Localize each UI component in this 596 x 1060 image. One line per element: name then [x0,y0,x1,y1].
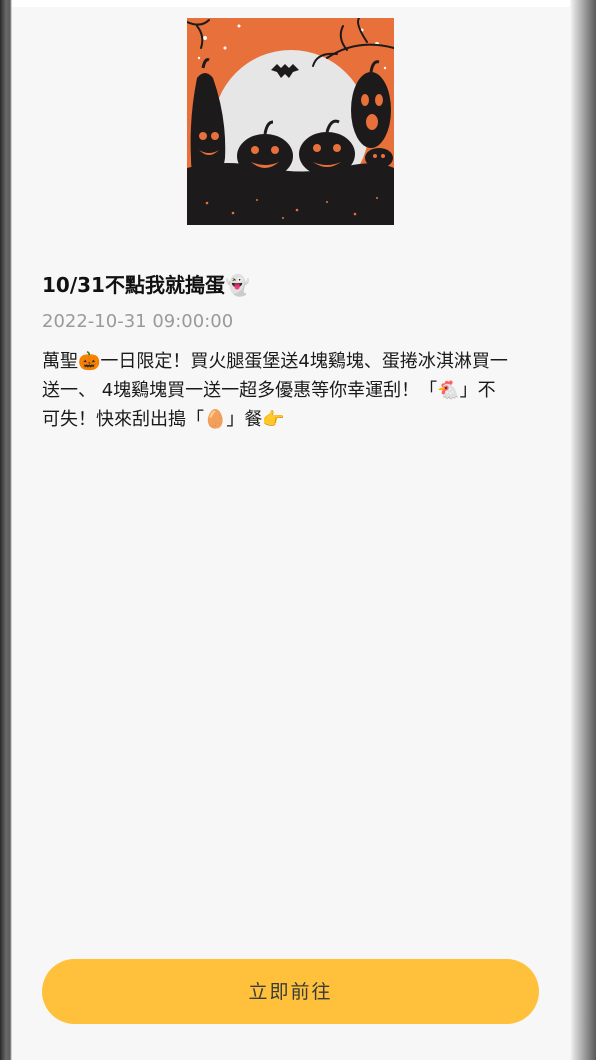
article-body-line: 送一、 4塊鷄塊買一送一超多優惠等你幸運刮！「🐔」不 [42,380,496,401]
article-title: 10/31不點我就搗蛋👻 [42,273,250,297]
halloween-promo-image [187,18,394,225]
top-strip [12,0,570,7]
go-now-button[interactable]: 立即前往 [42,959,539,1024]
promotion-detail-sheet: 10/31不點我就搗蛋👻 2022-10-31 09:00:00 萬聖🎃一日限定… [12,7,570,1060]
article-body: 萬聖🎃一日限定！買火腿蛋堡送4塊鷄塊、蛋捲冰淇淋買一 送一、 4塊鷄塊買一送一超… [42,347,542,434]
article-date: 2022-10-31 09:00:00 [42,311,234,332]
article-body-line: 萬聖🎃一日限定！買火腿蛋堡送4塊鷄塊、蛋捲冰淇淋買一 [42,351,508,372]
article-body-line: 可失！快來刮出搗「🥚」餐👉 [42,409,285,430]
